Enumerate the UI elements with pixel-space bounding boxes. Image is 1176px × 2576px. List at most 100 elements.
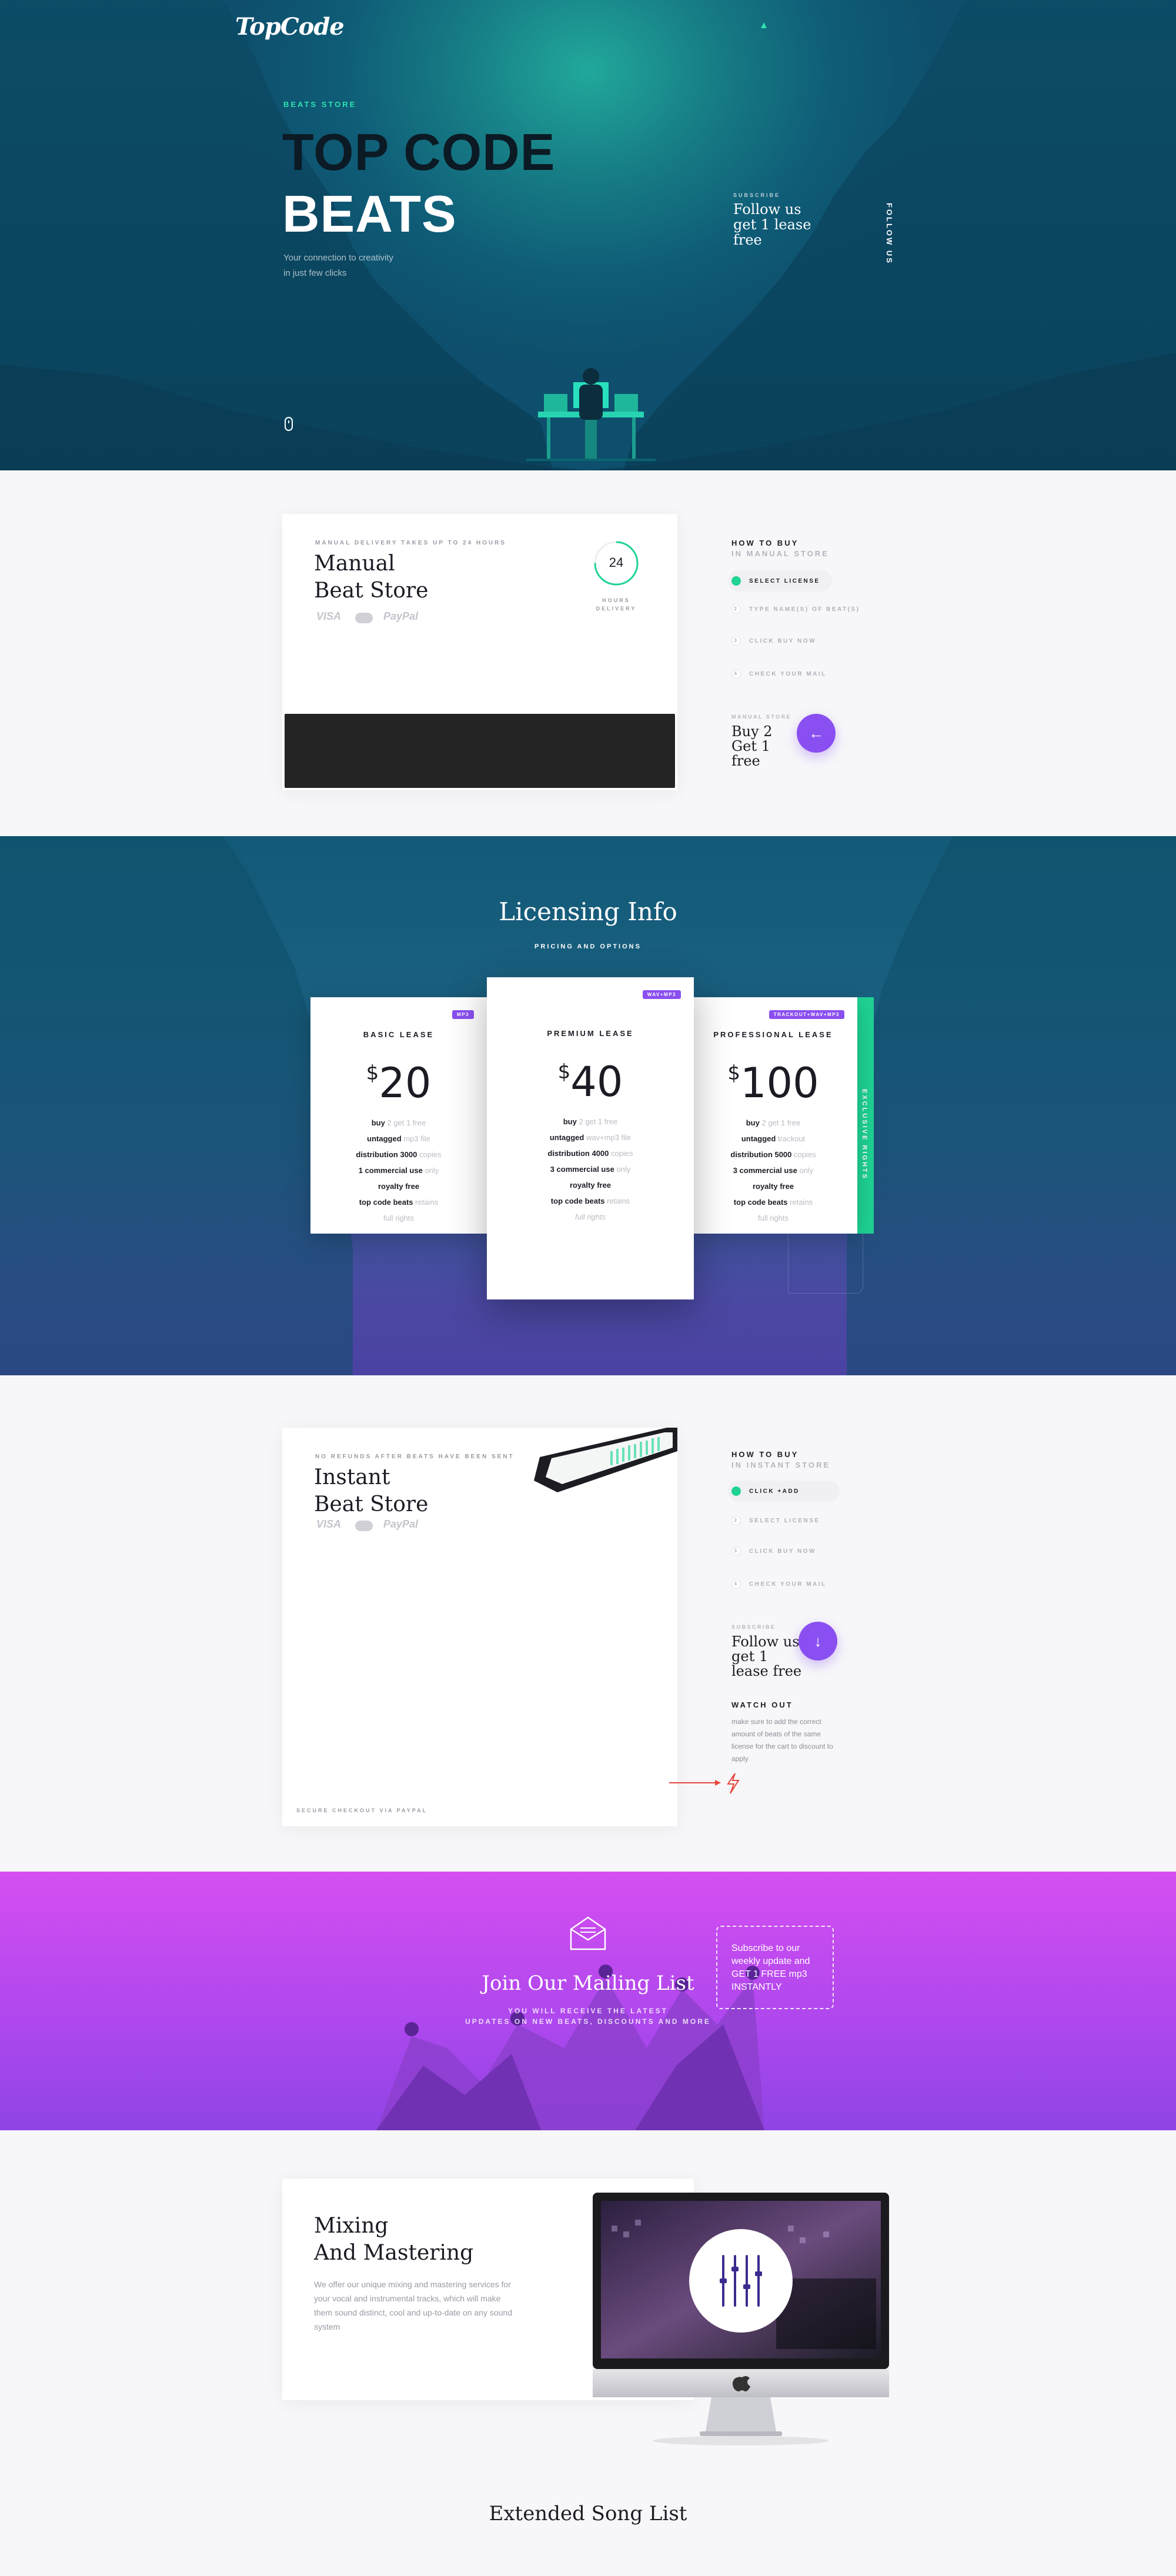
- manual-store-card: MANUAL DELIVERY TAKES UP TO 24 HOURS Man…: [282, 514, 677, 790]
- paypal-icon: PayPal: [383, 610, 419, 622]
- instant-promo-label: SUBSCRIBE: [731, 1624, 776, 1630]
- step-check-icon: [731, 576, 741, 586]
- plan-feature: 3 commercial use only: [550, 1165, 631, 1174]
- instant-howto-title: HOW TO BUY: [731, 1450, 799, 1459]
- watch-out-text: make sure to add the correct amount of b…: [731, 1718, 833, 1763]
- plan-feature: full rights: [574, 1212, 606, 1221]
- manual-step-2[interactable]: 2 TYPE NAME(S) OF BEAT(S): [728, 599, 871, 620]
- plan-feature: full rights: [757, 1214, 789, 1222]
- plan-features: buy 2 get 1 free untagged wav+mp3 file d…: [487, 1114, 694, 1225]
- instant-store-title-line2: Beat Store: [314, 1492, 429, 1516]
- phone-illustration: [534, 1428, 677, 1492]
- mailing-subtitle-line2: UPDATES ON NEW BEATS, DISCOUNTS AND MORE: [465, 2017, 711, 2026]
- hero-title-line1: TOP CODE: [282, 123, 556, 181]
- plan-feature: distribution 5000 copies: [730, 1150, 816, 1159]
- plan-feature: untagged mp3 file: [367, 1134, 430, 1143]
- instant-howto-subtitle: IN INSTANT STORE: [731, 1461, 831, 1469]
- hero-section: TopCode BEATS STORE TOP CODE BEATS Your …: [0, 0, 1176, 470]
- mailing-crown-illustration: [376, 1964, 764, 2130]
- instant-store-kicker: NO REFUNDS AFTER BEATS HAVE BEEN SENT: [315, 1454, 514, 1460]
- plan-price: $40: [557, 1058, 623, 1106]
- plan-feature: distribution 3000 copies: [356, 1150, 442, 1159]
- plan-price: $20: [366, 1059, 432, 1107]
- licensing-section: Licensing Info PRICING AND OPTIONS MP3 B…: [0, 836, 1176, 1375]
- lightning-icon: [727, 1773, 740, 1794]
- plan-card-basic[interactable]: MP3 BASIC LEASE $20 buy 2 get 1 free unt…: [310, 997, 487, 1234]
- delivery-timer-value: 24: [609, 555, 624, 570]
- apple-logo-icon: [733, 2376, 750, 2391]
- manual-step-3[interactable]: 3 CLICK BUY NOW: [728, 630, 828, 651]
- scroll-mouse-icon[interactable]: [285, 417, 293, 431]
- plan-name: PROFESSIONAL LEASE: [713, 1030, 833, 1039]
- plan-card-premium[interactable]: WAV+MP3 PREMIUM LEASE $40 buy 2 get 1 fr…: [487, 977, 694, 1299]
- instant-store-card: NO REFUNDS AFTER BEATS HAVE BEEN SENT In…: [282, 1428, 677, 1826]
- manual-promo-button[interactable]: ←: [797, 714, 836, 753]
- plan-feature: buy 2 get 1 free: [371, 1118, 426, 1127]
- manual-step-4[interactable]: 4 CHECK YOUR MAIL: [728, 663, 838, 684]
- instant-promo-text: Follow us get 1 lease free: [731, 1633, 802, 1679]
- plan-features: buy 2 get 1 free untagged trackout distr…: [689, 1115, 857, 1226]
- visa-icon: VISA: [316, 1518, 342, 1530]
- instant-step-3[interactable]: 3 CLICK BUY NOW: [728, 1541, 828, 1562]
- plan-feature: untagged trackout: [741, 1134, 806, 1143]
- producer-illustration: [526, 368, 656, 461]
- arrow-left-icon: ←: [808, 724, 824, 742]
- plan-feature: full rights: [383, 1214, 415, 1222]
- mailing-subtitle-line1: YOU WILL RECEIVE THE LATEST: [508, 2007, 668, 2015]
- follow-us-link[interactable]: FOLLOW US: [885, 203, 894, 265]
- watch-out-title: WATCH OUT: [731, 1700, 793, 1709]
- song-list-title: Extended Song List: [489, 2502, 687, 2525]
- paypal-icon: PayPal: [383, 1518, 419, 1530]
- plan-features: buy 2 get 1 free untagged mp3 file distr…: [310, 1115, 487, 1226]
- hero-subtitle-line1: Your connection to creativity: [283, 253, 394, 263]
- hero-subtitle-line2: in just few clicks: [283, 268, 347, 278]
- plan-badge: TRACKOUT+WAV+MP3: [769, 1010, 844, 1019]
- plan-feature: 1 commercial use only: [358, 1166, 439, 1175]
- mailing-section: Join Our Mailing List YOU WILL RECEIVE T…: [0, 1872, 1176, 2130]
- plan-badge: MP3: [452, 1010, 474, 1019]
- plan-feature: untagged wav+mp3 file: [549, 1133, 632, 1142]
- instant-promo-button[interactable]: ↓: [799, 1622, 837, 1660]
- delivery-timer-label1: HOURS: [602, 597, 630, 603]
- mastercard-icon: [355, 1521, 373, 1531]
- mastercard-icon: [355, 613, 373, 623]
- manual-store-kicker: MANUAL DELIVERY TAKES UP TO 24 HOURS: [315, 540, 507, 546]
- manual-store-title-line1: Manual: [314, 552, 395, 576]
- manual-store-player[interactable]: [285, 714, 675, 788]
- plan-feature: top code beats retains: [359, 1198, 439, 1207]
- instant-step-2[interactable]: 2 SELECT LICENSE: [728, 1510, 832, 1531]
- manual-promo-text: Buy 2 Get 1 free: [731, 723, 773, 769]
- site-logo[interactable]: TopCode: [235, 13, 345, 41]
- instant-store-title-line1: Instant: [314, 1465, 390, 1489]
- delivery-timer-label2: DELIVERY: [596, 606, 637, 612]
- plan-feature: buy 2 get 1 free: [563, 1117, 618, 1126]
- exclusive-rights-label: EXCLUSIVE RIGHTS: [861, 1089, 868, 1180]
- hero-subscribe-link[interactable]: Follow us get 1 lease free: [733, 202, 827, 248]
- arrow-down-icon: ↓: [814, 1632, 822, 1650]
- subscribe-bubble[interactable]: Subscribe to our weekly update and GET 1…: [716, 1926, 834, 2009]
- manual-howto-subtitle: IN MANUAL STORE: [731, 549, 829, 558]
- plan-name: PREMIUM LEASE: [547, 1029, 634, 1038]
- hero-kicker: BEATS STORE: [283, 100, 357, 109]
- instant-step-4[interactable]: 4 CHECK YOUR MAIL: [728, 1573, 838, 1595]
- plan-feature: buy 2 get 1 free: [746, 1118, 801, 1127]
- plan-feature: top code beats retains: [550, 1197, 630, 1205]
- plan-feature: top code beats retains: [733, 1198, 813, 1207]
- plan-price: $100: [727, 1059, 819, 1107]
- mixing-description: We offer our unique mixing and mastering…: [314, 2280, 512, 2331]
- envelope-icon: [570, 1916, 606, 1950]
- mixing-title-line2: And Mastering: [314, 2241, 474, 2265]
- hero-title-line2: BEATS: [282, 185, 457, 243]
- instant-step-1[interactable]: CLICK +ADD: [728, 1481, 840, 1502]
- manual-store-title-line2: Beat Store: [314, 579, 429, 603]
- plan-badge: WAV+MP3: [642, 990, 681, 999]
- manual-promo-label: MANUAL STORE: [731, 714, 792, 720]
- plan-card-professional[interactable]: TRACKOUT+WAV+MP3 PROFESSIONAL LEASE $100…: [689, 997, 857, 1234]
- plan-feature: distribution 4000 copies: [547, 1149, 633, 1158]
- mixer-icon-circle: [689, 2229, 793, 2333]
- manual-step-1[interactable]: SELECT LICENSE: [728, 570, 832, 592]
- step-check-icon: [731, 1486, 741, 1496]
- watch-out-arrow: [669, 1773, 740, 1794]
- imac-illustration: [593, 2193, 889, 2445]
- plan-feature: royalty free: [752, 1182, 794, 1191]
